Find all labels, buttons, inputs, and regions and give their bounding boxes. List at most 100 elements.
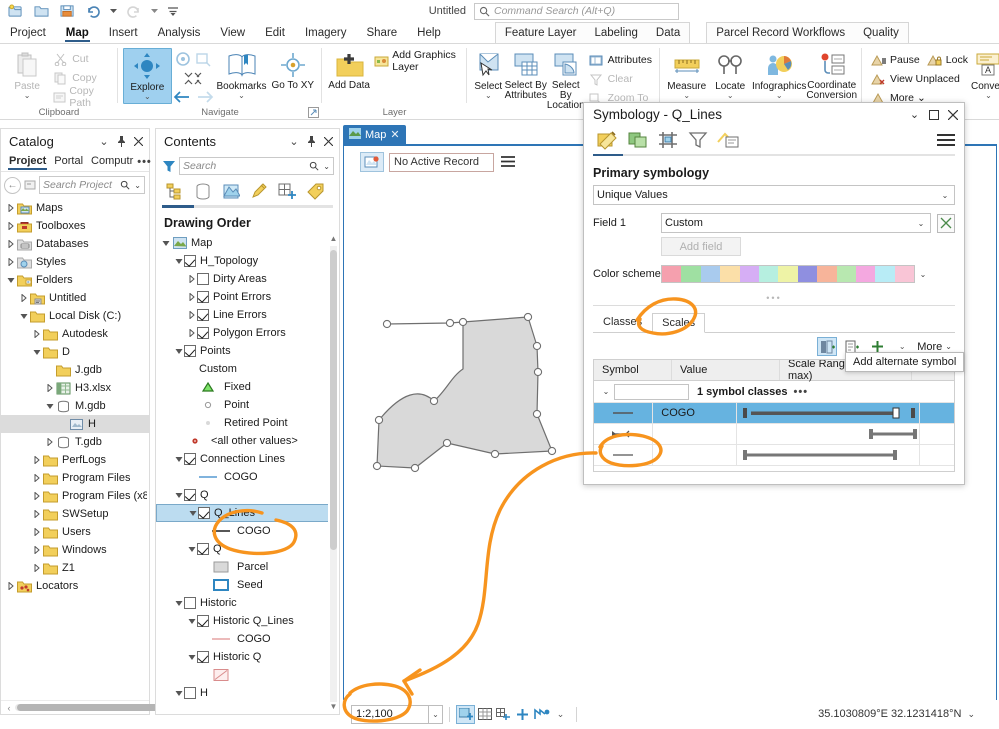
add-graphics-layer-button[interactable]: Add Graphics Layer [371, 52, 462, 70]
layer-visibility-checkbox[interactable] [197, 543, 209, 555]
vary-by-attribute-icon[interactable] [623, 128, 653, 152]
catalog-search-input[interactable]: Search Project ⌄ [39, 176, 145, 194]
catalog-horizontal-scrollbar[interactable]: ‹ › [1, 700, 149, 714]
open-project-icon[interactable] [30, 1, 52, 21]
contents-item-fixed[interactable]: Fixed [156, 378, 339, 396]
explore-button[interactable]: Explore ⌄ [123, 48, 172, 104]
catalog-item-toolboxes[interactable]: Toolboxes [1, 217, 149, 235]
tree-twisty-collapsed[interactable] [5, 217, 16, 235]
chevron-down-icon[interactable]: ⌄ [967, 709, 975, 720]
chevron-down-icon[interactable]: ⌄ [939, 191, 951, 200]
filter-icon[interactable] [683, 128, 713, 152]
contents-item-cogo[interactable]: COGO [156, 468, 339, 486]
locate-button[interactable]: Locate ⌄ [708, 48, 751, 99]
catalog-item-program-files-x86[interactable]: Program Files (x86 [1, 487, 149, 505]
catalog-item-maps[interactable]: Maps [1, 199, 149, 217]
symbol-class-group-row[interactable]: ⌄ 1 symbol classes ••• [594, 381, 954, 403]
tab-map-view[interactable]: Map ✕ [343, 125, 406, 144]
tree-twisty-expanded[interactable] [5, 271, 16, 289]
layer-visibility-checkbox[interactable] [184, 687, 196, 699]
catalog-overflow-icon[interactable]: ••• [137, 156, 155, 168]
tree-twisty-collapsed[interactable] [31, 487, 42, 505]
symbol-layer-drawing-icon[interactable] [653, 128, 683, 152]
scroll-left-icon[interactable]: ‹ [3, 703, 15, 713]
new-project-icon[interactable] [4, 1, 26, 21]
chevron-down-icon[interactable]: ⌄ [598, 387, 614, 396]
layer-visibility-checkbox[interactable] [197, 273, 209, 285]
tree-twisty-collapsed[interactable] [18, 289, 29, 307]
tree-twisty-expanded[interactable] [186, 540, 197, 558]
attributes-button[interactable]: Attributes [585, 51, 655, 69]
select-caret-icon[interactable]: ⌄ [485, 92, 492, 99]
tab-feature-layer[interactable]: Feature Layer [496, 25, 586, 42]
pink-hatch-swatch-icon[interactable] [210, 669, 232, 681]
cut-button[interactable]: Cut [49, 50, 113, 68]
tree-twisty-collapsed[interactable] [186, 306, 197, 324]
list-by-labeling-icon[interactable] [302, 179, 328, 203]
contents-item-symbol[interactable] [156, 666, 339, 684]
tab-help[interactable]: Help [407, 25, 451, 43]
catalog-item-autodesk[interactable]: Autodesk [1, 325, 149, 343]
tree-twisty-collapsed[interactable] [186, 288, 197, 306]
scroll-thumb[interactable] [330, 250, 337, 550]
catalog-item-local-disk-c[interactable]: Local Disk (C:) [1, 307, 149, 325]
selected-features-icon[interactable] [456, 705, 475, 724]
pink-line-swatch-icon[interactable] [210, 633, 232, 645]
tree-twisty-collapsed[interactable] [44, 433, 55, 451]
row-symbol-cogo[interactable] [594, 403, 653, 423]
close-icon[interactable] [945, 107, 960, 122]
row-symbol-plain[interactable] [594, 445, 653, 465]
infographics-button[interactable]: Infographics ⌄ [752, 48, 806, 99]
blue-line-swatch-icon[interactable] [197, 471, 219, 483]
faint-dot-swatch-icon[interactable] [197, 417, 219, 429]
tab-insert[interactable]: Insert [99, 25, 148, 43]
copy-path-button[interactable]: Copy Path [49, 88, 113, 106]
tree-twisty-collapsed[interactable] [31, 559, 42, 577]
tree-twisty-expanded[interactable] [160, 234, 171, 252]
tree-twisty-expanded[interactable] [173, 684, 184, 702]
catalog-item-swsetup[interactable]: SWSetup [1, 505, 149, 523]
catalog-item-j-gdb[interactable]: J.gdb [1, 361, 149, 379]
tree-twisty-expanded[interactable] [173, 594, 184, 612]
zoom-in-out-icons[interactable] [172, 72, 215, 86]
tree-twisty-collapsed[interactable] [31, 505, 42, 523]
layer-visibility-checkbox[interactable] [184, 255, 196, 267]
field1-select[interactable]: Custom ⌄ [661, 213, 931, 233]
undo-caret-icon[interactable] [108, 1, 119, 21]
hamburger-menu-icon[interactable] [937, 134, 955, 146]
tab-edit[interactable]: Edit [255, 25, 295, 43]
tab-scales[interactable]: Scales [652, 313, 705, 333]
catalog-item-untitled[interactable]: Untitled [1, 289, 149, 307]
select-by-attributes-button[interactable]: Select By Attributes [505, 48, 547, 101]
blue-box-swatch-icon[interactable] [210, 579, 232, 591]
tab-labeling[interactable]: Labeling [585, 25, 646, 42]
add-alternate-symbol-icon[interactable] [817, 337, 837, 356]
contents-item-cogo[interactable]: COGO [156, 630, 339, 648]
row-scale-range-slider[interactable] [737, 424, 920, 444]
table-row[interactable] [594, 424, 954, 445]
view-unplaced-button[interactable]: View Unplaced [867, 70, 971, 88]
overflow-caret-icon[interactable]: ⌄ [551, 705, 570, 724]
filter-icon[interactable] [159, 157, 179, 175]
measure-edit-icon[interactable] [532, 705, 551, 724]
tree-twisty-expanded[interactable] [173, 252, 184, 270]
paste-caret-icon[interactable]: ⌄ [24, 92, 31, 99]
navigate-dialog-launcher[interactable] [308, 107, 319, 118]
map-scale-caret-icon[interactable]: ⌄ [429, 705, 443, 724]
tree-twisty-collapsed[interactable] [31, 523, 42, 541]
bookmarks-button[interactable]: Bookmarks ⌄ [214, 48, 268, 99]
contents-item-historic-q-lines[interactable]: Historic Q_Lines [156, 612, 339, 630]
catalog-tab-computer[interactable]: Computr [87, 155, 137, 169]
row-symbol-wrench[interactable] [594, 424, 653, 444]
chevron-down-icon[interactable]: ⌄ [915, 270, 931, 279]
tree-twisty-collapsed[interactable] [44, 379, 55, 397]
contents-item-polygon-errors[interactable]: Polygon Errors [156, 324, 339, 342]
undo-icon[interactable] [82, 1, 104, 21]
catalog-search-caret-icon[interactable]: ⌄ [134, 181, 141, 190]
class-options-ellipsis-icon[interactable]: ••• [794, 386, 809, 398]
catalog-pin-icon[interactable] [114, 134, 128, 148]
select-by-location-button[interactable]: Select By Location [547, 48, 585, 111]
catalog-item-z1[interactable]: Z1 [1, 559, 149, 577]
contents-item-points[interactable]: Points [156, 342, 339, 360]
tab-data[interactable]: Data [647, 25, 689, 42]
